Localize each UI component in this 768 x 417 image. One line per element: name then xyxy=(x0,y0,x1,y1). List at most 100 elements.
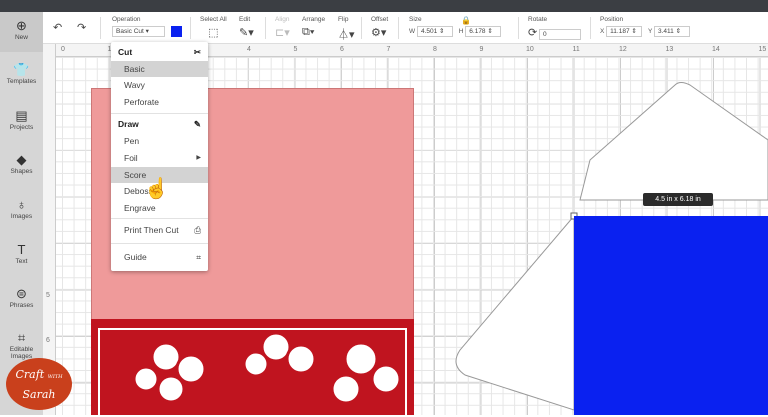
sidebar-label: Shapes xyxy=(10,168,33,175)
hand-cursor-icon: ☝ xyxy=(144,178,169,200)
ruler-number: 6 xyxy=(340,46,344,53)
menu-item-label: Print Then Cut xyxy=(124,225,179,235)
top-bar xyxy=(0,0,768,12)
lightbulb-icon: ♁ xyxy=(16,197,27,212)
operation-color-swatch[interactable] xyxy=(170,26,182,37)
divider xyxy=(518,17,519,39)
divider xyxy=(111,113,208,114)
divider xyxy=(265,17,266,39)
ruler-number: 0 xyxy=(61,46,65,53)
arrange-icon: ⧉▾ xyxy=(302,26,315,38)
edit-button[interactable]: Edit ✎▾ xyxy=(239,16,254,39)
y-input[interactable]: 3.411 ⇕ xyxy=(654,26,690,37)
position-label: Position xyxy=(600,16,624,23)
divider xyxy=(100,17,101,39)
sidebar-label: New xyxy=(14,34,28,41)
sidebar-item-projects[interactable]: ▤ Projects xyxy=(0,108,43,131)
align-icon: ⊏▾ xyxy=(275,27,290,39)
width-input[interactable]: 4.501 ⇕ xyxy=(416,26,453,37)
printer-icon: ⎙ xyxy=(194,225,201,235)
width-value: 4.501 xyxy=(420,28,438,35)
sidebar-item-images[interactable]: ♁ Images xyxy=(0,197,43,220)
sidebar-item-templates[interactable]: 👕 Templates xyxy=(0,62,43,85)
offset-icon: ⚙▾ xyxy=(371,27,387,39)
select-all-icon: ⬚ xyxy=(208,27,219,39)
align-button[interactable]: Align ⊏▾ xyxy=(275,16,290,39)
menu-item-engrave[interactable]: Engrave xyxy=(111,200,208,216)
sidebar-item-new[interactable]: ⊕ New xyxy=(0,12,43,52)
shirt-icon: 👕 xyxy=(13,62,30,77)
position-group: Position X 11.187 ⇕ Y 3.411 ⇕ xyxy=(600,16,690,37)
ruler-number: 9 xyxy=(479,46,484,53)
chevron-right-icon: ▶ xyxy=(196,155,201,161)
width-label: W xyxy=(409,28,416,36)
edit-label: Edit xyxy=(239,16,251,23)
speech-bubble-icon: ⊜ xyxy=(16,286,27,301)
operation-select[interactable]: Basic Cut ▾ xyxy=(112,26,165,37)
arrange-button[interactable]: Arrange ⧉▾ xyxy=(302,16,325,39)
height-label: H xyxy=(458,28,464,36)
menu-item-wavy[interactable]: Wavy xyxy=(111,77,208,93)
menu-item-basic[interactable]: Basic xyxy=(111,61,208,77)
sidebar-label: Text xyxy=(15,258,28,265)
rotate-label: Rotate xyxy=(528,16,548,23)
menu-item-pen[interactable]: Pen xyxy=(111,133,208,149)
menu-item-perforate[interactable]: Perforate xyxy=(111,94,208,110)
offset-button[interactable]: Offset ⚙▾ xyxy=(371,16,388,39)
menu-item-guide[interactable]: Guide ⌗ xyxy=(111,249,208,265)
operation-value: Basic Cut xyxy=(116,28,144,35)
plus-circle-icon: ⊕ xyxy=(16,18,27,33)
rotate-icon: ⟳ xyxy=(528,27,538,39)
sidebar-item-shapes[interactable]: ◆ Shapes xyxy=(0,152,43,175)
editable-image-icon: ⌗ xyxy=(17,330,26,345)
undo-icon[interactable]: ↶ xyxy=(53,21,62,34)
ruler-number: 11 xyxy=(572,46,580,53)
ruler-number: 13 xyxy=(665,46,674,53)
ruler-number: 5 xyxy=(46,292,50,299)
menu-header-label: Cut xyxy=(118,47,133,57)
x-label: X xyxy=(600,28,605,36)
divider xyxy=(398,17,399,39)
menu-item-foil[interactable]: Foil ▶ xyxy=(111,150,208,166)
craft-with-sarah-logo: Craft WITH Sarah xyxy=(6,358,72,410)
lock-icon[interactable]: 🔒 xyxy=(461,16,471,25)
select-all-button[interactable]: Select All ⬚ xyxy=(200,16,227,39)
align-label: Align xyxy=(275,16,290,23)
arrange-label: Arrange xyxy=(302,16,326,23)
sidebar-label: Templates xyxy=(6,78,37,85)
offset-label: Offset xyxy=(371,16,389,23)
floral-design xyxy=(98,328,407,417)
ruler-number: 15 xyxy=(758,46,767,53)
sidebar-item-text[interactable]: T Text xyxy=(0,242,43,265)
divider xyxy=(111,243,208,244)
divider xyxy=(590,17,591,39)
sidebar-label: Images xyxy=(10,213,33,220)
text-icon: T xyxy=(17,242,26,257)
ruler-number: 10 xyxy=(526,46,534,53)
sidebar-item-phrases[interactable]: ⊜ Phrases xyxy=(0,286,43,309)
redo-icon[interactable]: ↷ xyxy=(77,21,86,34)
operation-label: Operation xyxy=(112,16,141,23)
red-floral-panel[interactable] xyxy=(91,319,414,417)
height-value: 6.178 xyxy=(469,28,486,35)
x-value: 11.187 xyxy=(610,28,630,35)
height-input[interactable]: 6.178 ⇕ xyxy=(465,26,502,37)
divider xyxy=(190,17,191,39)
ruler-number: 8 xyxy=(433,46,437,53)
blue-selected-shape[interactable] xyxy=(574,216,768,415)
ruler-number: 12 xyxy=(619,46,627,53)
pen-icon: ✎ xyxy=(193,119,201,129)
x-input[interactable]: 11.187 ⇕ xyxy=(606,26,643,37)
sidebar-item-editable-images[interactable]: ⌗ Editable Images xyxy=(0,330,43,360)
flip-button[interactable]: Flip ⏃▾ xyxy=(338,16,355,42)
left-sidebar: ⊕ New 👕 Templates ▤ Projects ◆ Shapes ♁ Image… xyxy=(0,12,43,415)
shapes-icon: ◆ xyxy=(16,152,27,167)
ruler-number: 6 xyxy=(46,337,50,344)
menu-item-print-then-cut[interactable]: Print Then Cut ⎙ xyxy=(111,222,208,238)
rotate-value: 0 xyxy=(543,30,547,38)
rotate-input[interactable]: 0 xyxy=(539,28,582,40)
size-label: Size xyxy=(409,16,422,23)
ruler-number: 7 xyxy=(386,46,391,53)
pencil-icon: ✎▾ xyxy=(239,27,254,39)
flip-label: Flip xyxy=(338,16,349,23)
